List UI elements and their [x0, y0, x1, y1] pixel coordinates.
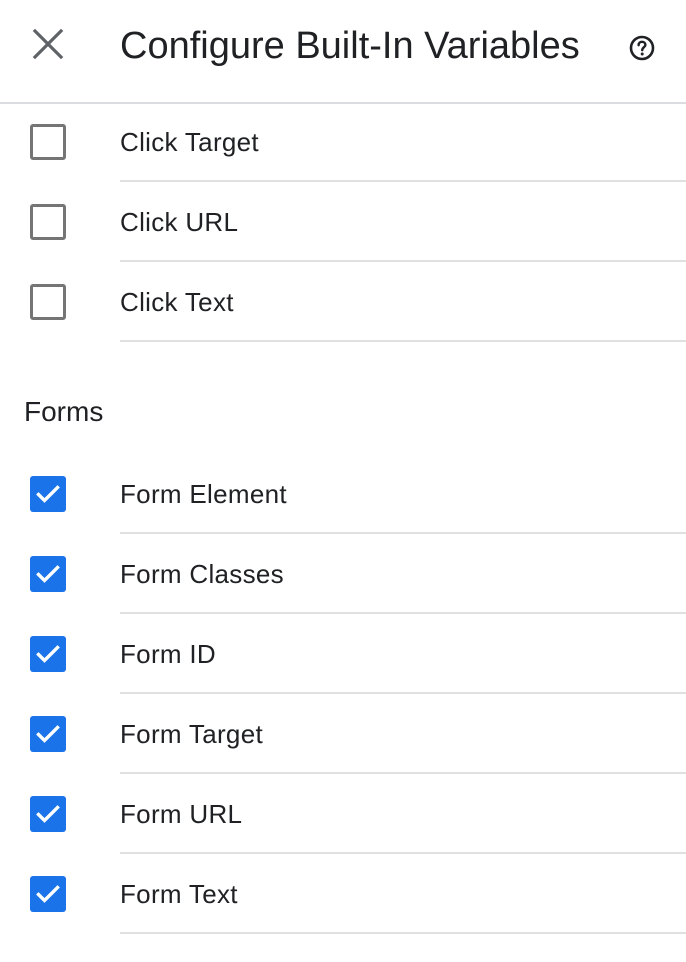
variable-row-click-text[interactable]: Click Text [0, 262, 686, 342]
row-divider [120, 340, 686, 342]
checkmark-icon [36, 485, 60, 503]
variable-row-form-target[interactable]: Form Target [0, 694, 686, 774]
variable-row-form-text[interactable]: Form Text [0, 854, 686, 934]
variable-label: Click URL [120, 207, 239, 237]
help-circle-icon [629, 35, 655, 61]
variable-row-form-classes[interactable]: Form Classes [0, 534, 686, 614]
checkbox-click-url[interactable] [30, 204, 66, 240]
variable-label: Form Text [120, 879, 238, 909]
checkmark-icon [36, 885, 60, 903]
row-divider [120, 932, 686, 934]
checkbox-click-target[interactable] [30, 124, 66, 160]
dialog-header: Configure Built-In Variables [0, 0, 686, 104]
checkmark-icon [36, 565, 60, 583]
variable-label: Click Target [120, 127, 259, 157]
checkbox-form-text[interactable] [30, 876, 66, 912]
variable-label: Form URL [120, 799, 243, 829]
checkmark-icon [36, 805, 60, 823]
variable-row-form-url[interactable]: Form URL [0, 774, 686, 854]
variable-row-form-element[interactable]: Form Element [0, 454, 686, 534]
variable-row-form-id[interactable]: Form ID [0, 614, 686, 694]
variable-row-click-url[interactable]: Click URL [0, 182, 686, 262]
checkbox-click-text[interactable] [30, 284, 66, 320]
variable-label: Form ID [120, 639, 216, 669]
section-title-forms: Forms [24, 396, 104, 427]
checkbox-form-url[interactable] [30, 796, 66, 832]
close-button[interactable] [28, 24, 68, 64]
close-icon [32, 28, 64, 60]
variable-label: Form Classes [120, 559, 284, 589]
variable-label: Form Target [120, 719, 263, 749]
checkbox-form-id[interactable] [30, 636, 66, 672]
checkbox-form-target[interactable] [30, 716, 66, 752]
checkmark-icon [36, 645, 60, 663]
variable-label: Form Element [120, 479, 287, 509]
dialog-title: Configure Built-In Variables [120, 25, 580, 67]
checkmark-icon [36, 725, 60, 743]
variable-label: Click Text [120, 287, 234, 317]
variable-row-click-target[interactable]: Click Target [0, 102, 686, 182]
checkbox-form-classes[interactable] [30, 556, 66, 592]
help-button[interactable] [628, 34, 656, 62]
checkbox-form-element[interactable] [30, 476, 66, 512]
